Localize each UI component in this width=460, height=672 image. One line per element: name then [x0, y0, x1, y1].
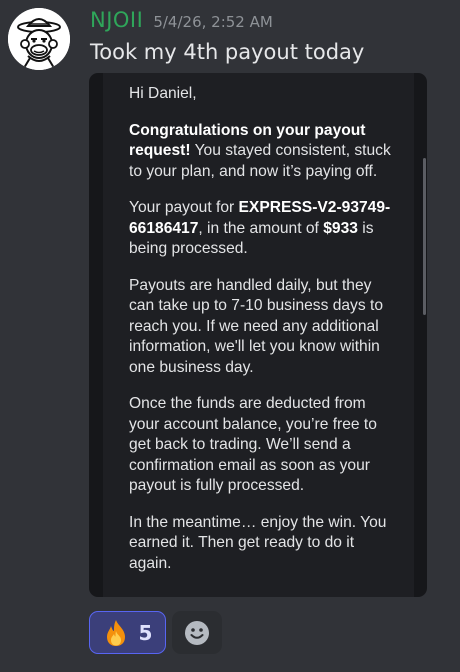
fire-emoji-icon — [106, 619, 125, 646]
timestamp: 5/4/26, 2:52 AM — [153, 13, 273, 31]
add-reaction-button[interactable] — [172, 611, 222, 654]
email-paragraph-congrats: Congratulations on your payout request! … — [129, 121, 397, 183]
ape-avatar-icon — [8, 8, 70, 70]
reaction-fire[interactable]: 5 — [89, 611, 166, 654]
email-body: Hi Daniel, Congratulations on your payou… — [129, 84, 397, 590]
message-text: Took my 4th payout today — [90, 40, 365, 64]
reaction-bar: 5 — [89, 611, 222, 654]
email-card: Hi Daniel, Congratulations on your payou… — [103, 73, 414, 597]
payout-text-mid: , in the amount of — [198, 219, 324, 237]
email-scrollbar[interactable] — [423, 158, 426, 315]
email-greeting: Hi Daniel, — [129, 85, 197, 102]
email-paragraph-payout: Your payout for EXPRESS-V2-93749-6618641… — [129, 198, 397, 260]
user-avatar[interactable] — [8, 8, 70, 70]
reaction-count: 5 — [138, 620, 153, 645]
payout-text-pre: Your payout for — [129, 199, 239, 216]
email-screenshot-attachment[interactable]: Hi Daniel, Congratulations on your payou… — [89, 73, 427, 597]
email-paragraph-timing: Payouts are handled daily, but they can … — [129, 276, 383, 376]
smiley-face-icon — [185, 620, 209, 645]
chat-message: NJOII 5/4/26, 2:52 AM Took my 4th payout… — [0, 0, 460, 672]
username[interactable]: NJOII — [90, 8, 143, 32]
message-header: NJOII 5/4/26, 2:52 AM — [90, 8, 273, 34]
payout-amount: $933 — [323, 219, 358, 237]
email-paragraph-funds: Once the funds are deducted from your ac… — [129, 395, 377, 494]
email-paragraph-closing: In the meantime… enjoy the win. You earn… — [129, 513, 387, 572]
